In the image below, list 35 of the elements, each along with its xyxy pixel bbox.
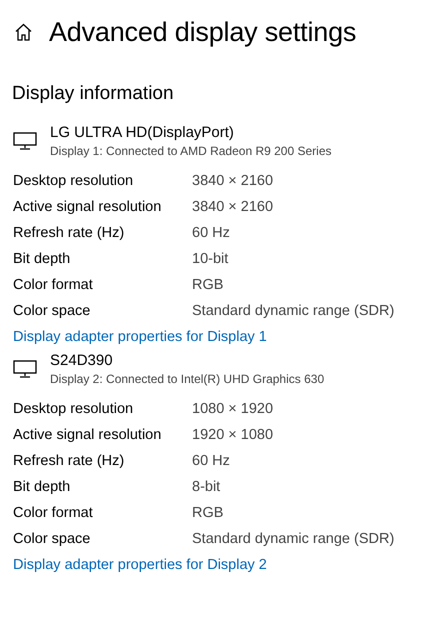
property-label: Color format [13,505,94,521]
property-value: 3840 × 2160 [192,199,274,215]
home-icon[interactable] [14,23,33,41]
property-value: 10-bit [192,251,230,267]
property-label: Bit depth [13,479,72,495]
property-label: Desktop resolution [13,401,134,417]
property-value: 60 Hz [192,225,231,241]
page-title: Advanced display settings [49,16,356,48]
property-label: Active signal resolution [13,199,162,215]
display-connection: Display 2: Connected to Intel(R) UHD Graphics 630 [50,371,324,388]
property-label: Color space [13,303,92,319]
property-value: 1920 × 1080 [192,427,274,443]
display-name: LG ULTRA HD(DisplayPort) [50,124,235,142]
property-label: Bit depth [13,251,72,267]
property-value: 3840 × 2160 [192,173,274,189]
property-label: Color space [13,531,92,547]
property-label: Refresh rate (Hz) [13,453,126,469]
property-value: 1080 × 1920 [192,401,274,417]
property-label: Active signal resolution [13,427,162,443]
property-value: Standard dynamic range (SDR) [192,531,396,547]
property-value: RGB [192,505,224,521]
display-name: S24D390 [50,352,114,370]
monitor-icon [13,360,37,378]
display-connection: Display 1: Connected to AMD Radeon R9 200 Series [50,143,332,160]
property-value: Standard dynamic range (SDR) [192,303,396,319]
property-value: 60 Hz [192,453,231,469]
property-label: Color format [13,277,94,293]
property-label: Desktop resolution [13,173,134,189]
monitor-icon [13,132,37,150]
property-value: 8-bit [192,479,222,495]
property-value: RGB [192,277,224,293]
adapter-properties-link[interactable]: Display adapter properties for Display 1 [13,328,267,346]
adapter-properties-link[interactable]: Display adapter properties for Display 2 [13,556,267,574]
section-heading: Display information [12,82,175,106]
property-label: Refresh rate (Hz) [13,225,126,241]
